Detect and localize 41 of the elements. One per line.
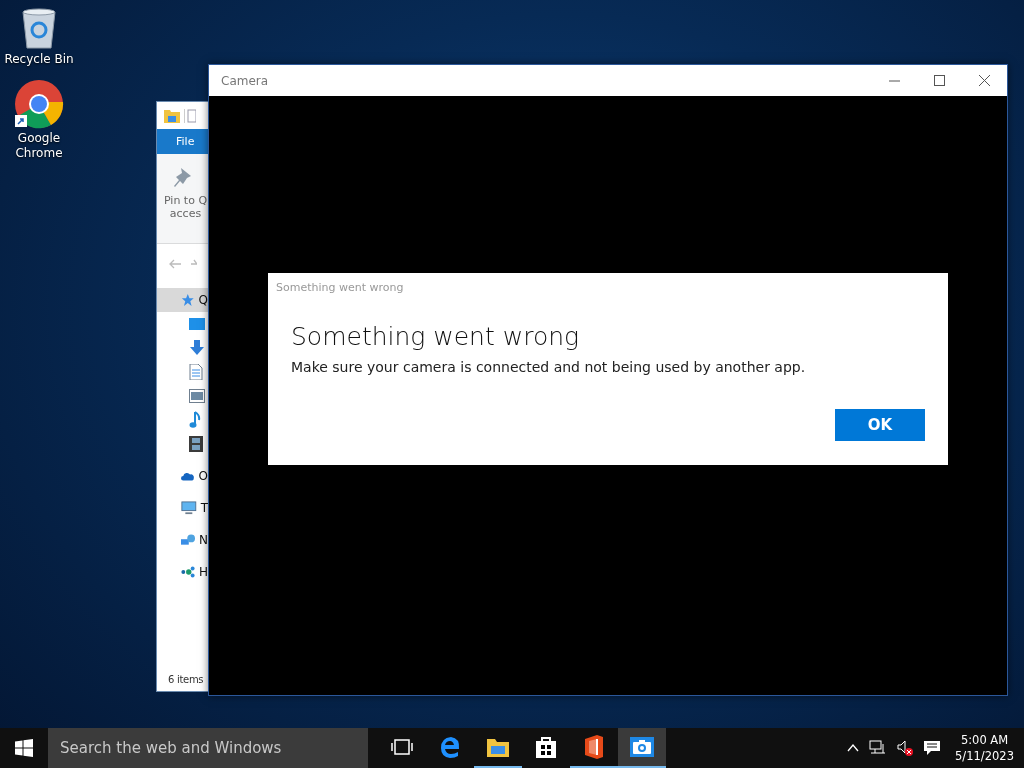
nav-item-label[interactable]: Q [198, 293, 208, 307]
computer-icon [181, 500, 197, 516]
nav-item-label[interactable]: N [199, 533, 208, 547]
film-icon [189, 436, 203, 452]
download-arrow-icon [189, 340, 205, 356]
shopping-bag-icon[interactable] [535, 735, 557, 759]
pin-star-icon [181, 292, 195, 308]
office-door-icon[interactable] [584, 735, 604, 759]
nav-item-label[interactable]: O [198, 469, 208, 483]
nav-item-label[interactable]: T [200, 501, 208, 515]
desktop-icon-label[interactable]: Recycle Bin [1, 52, 77, 67]
nav-item-label[interactable]: H [198, 565, 208, 579]
volume-muted-icon[interactable] [897, 740, 914, 756]
desktop-icon-label[interactable]: Google Chrome [1, 131, 77, 161]
window-title: Camera [221, 73, 270, 88]
task-view-icon[interactable] [391, 738, 413, 756]
message-icon[interactable] [923, 740, 942, 756]
browser-icon [14, 79, 64, 129]
dialog-caption: Something went wrong [276, 281, 405, 294]
search-field[interactable]: Search the web and Windows [48, 728, 368, 768]
folder-icon [164, 108, 180, 123]
status-text: 6 items [167, 674, 205, 687]
back-arrow-icon [169, 259, 181, 269]
edge-e-icon[interactable] [438, 735, 462, 759]
cloud-icon [181, 470, 195, 482]
clock-time[interactable]: 5:00 AM [960, 732, 1009, 748]
recycle-bin-icon [19, 6, 59, 50]
document-icon [189, 364, 203, 380]
desktop-icon [189, 317, 205, 331]
dialog-message: Make sure your camera is connected and not being used by another app. [291, 359, 807, 375]
camera-icon[interactable] [630, 737, 654, 757]
folder-icon[interactable] [486, 736, 510, 758]
ok-button[interactable]: OK [835, 409, 925, 441]
homegroup-icon [181, 565, 195, 579]
chevron-up-icon[interactable] [847, 744, 860, 752]
clock-date[interactable]: 5/11/2023 [955, 748, 1014, 764]
dialog-heading: Something went wrong [291, 322, 581, 351]
pushpin-icon [172, 166, 193, 188]
windows-start-icon[interactable] [15, 739, 33, 757]
music-note-icon [189, 411, 201, 429]
picture-icon [189, 389, 205, 403]
